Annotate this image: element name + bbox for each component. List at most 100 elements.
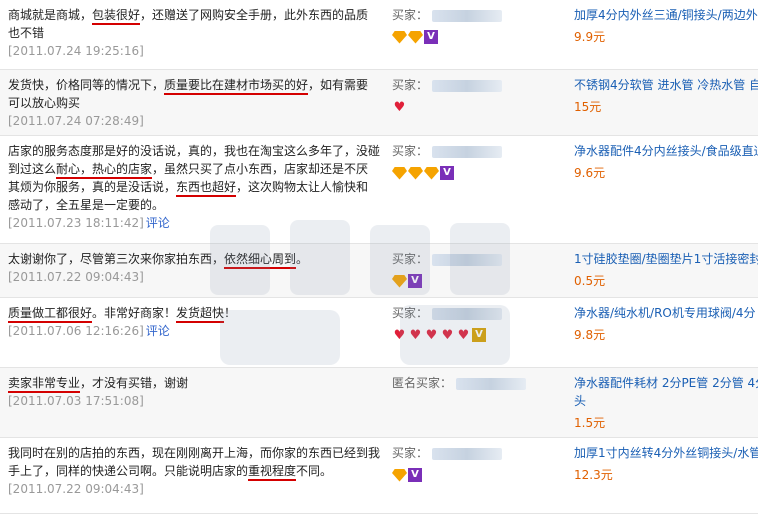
comment-text: ！ [224, 306, 237, 320]
vip-icon: V [440, 166, 454, 180]
product-price: 1.5元 [574, 416, 606, 430]
buyer-label: 买家： [392, 446, 429, 460]
product-info: 加厚1寸内丝转4分外丝铜接头/水管 12.3元 [574, 444, 758, 483]
heart-icon: ♥ [441, 327, 454, 343]
product-price: 9.8元 [574, 328, 606, 342]
highlighted-phrase: 重视程度 [248, 464, 297, 481]
product-price: 0.5元 [574, 274, 606, 288]
diamond-icon [424, 166, 439, 180]
product-title-link-cont[interactable]: 头 [574, 392, 758, 410]
product-price: 15元 [574, 100, 602, 114]
comment-text: 。 [296, 252, 309, 266]
buyer-label: 买家： [392, 252, 429, 266]
review-row: 发货快，价格同等的情况下，质量要比在建材市场买的好，如有需要可以放心购买 [201… [0, 70, 758, 136]
product-title-link[interactable]: 加厚4分内外丝三通/铜接头/两边外丝 [574, 6, 758, 24]
review-row: 卖家非常专业，才没有买错，谢谢 [2011.07.03 17:51:08] 匿名买家… [0, 368, 758, 438]
heart-icon: ♥ [393, 327, 406, 343]
heart-icon: ♥ [457, 327, 470, 343]
product-price: 9.9元 [574, 30, 606, 44]
review-date: [2011.07.03 17:51:08] [8, 394, 144, 408]
vip-icon: V [472, 328, 486, 342]
product-title-link[interactable]: 净水器/纯水机/RO机专用球阀/4分 [574, 304, 758, 322]
review-row: 我同时在别的店拍的东西，现在刚刚离开上海，而你家的东西已经到我手上了，同样的快递… [0, 438, 758, 514]
review-comment: 店家的服务态度那是好的没话说，真的，我也在淘宝这么多年了，没碰到过这么耐心，热心… [8, 142, 380, 232]
buyer-name-masked[interactable] [432, 79, 503, 92]
comment-text: 。非常好商家！ [92, 306, 177, 320]
product-info: 净水器配件4分内丝接头/食品级直通 9.6元 [574, 142, 758, 181]
buyer-name-masked[interactable] [432, 447, 503, 460]
review-row: 店家的服务态度那是好的没话说，真的，我也在淘宝这么多年了，没碰到过这么耐心，热心… [0, 136, 758, 244]
credit-badges: V [392, 165, 562, 181]
review-date: [2011.07.22 09:04:43] [8, 482, 144, 496]
product-title-link[interactable]: 加厚1寸内丝转4分外丝铜接头/水管 [574, 444, 758, 462]
product-title-link[interactable]: 净水器配件4分内丝接头/食品级直通 [574, 142, 758, 160]
highlighted-phrase: 质量做工都很好 [8, 306, 93, 323]
review-date: [2011.07.22 09:04:43] [8, 270, 144, 284]
review-date: [2011.07.24 19:25:16] [8, 44, 144, 58]
comment-text: 商城就是商城， [8, 8, 93, 22]
buyer-info: 买家： V [392, 444, 562, 483]
buyer-label: 买家： [392, 8, 429, 22]
review-date: [2011.07.23 18:11:42] [8, 216, 144, 230]
vip-icon: V [408, 468, 422, 482]
product-title-link[interactable]: 不锈钢4分软管 进水管 冷热水管 自来水 [574, 76, 758, 94]
review-date: [2011.07.24 07:28:49] [8, 114, 144, 128]
product-title-link[interactable]: 1寸硅胶垫圈/垫圈垫片1寸活接密封 [574, 250, 758, 268]
highlighted-phrase: 卖家非常专业 [8, 376, 81, 393]
highlighted-phrase: 质量要比在建材市场买的好 [164, 78, 309, 95]
review-row: 质量做工都很好。非常好商家！发货超快！ [2011.07.06 12:16:26]… [0, 298, 758, 368]
buyer-info: 买家： ♥ ♥ ♥ ♥ ♥ V [392, 304, 562, 343]
heart-icon: ♥ [409, 327, 422, 343]
review-comment: 质量做工都很好。非常好商家！发货超快！ [2011.07.06 12:16:26]… [8, 304, 380, 340]
diamond-icon [392, 274, 407, 288]
reply-link[interactable]: 评论 [146, 324, 170, 338]
buyer-name-masked[interactable] [432, 253, 503, 266]
heart-icon: ♥ [425, 327, 438, 343]
highlighted-phrase: 东西也超好 [176, 180, 237, 197]
buyer-info: 买家： V [392, 6, 562, 45]
buyer-info: 买家： V [392, 142, 562, 181]
diamond-icon [392, 166, 407, 180]
review-comment: 商城就是商城，包装很好，还赠送了网购安全手册，此外东西的品质也不错 [2011.0… [8, 6, 380, 60]
diamond-icon [392, 468, 407, 482]
credit-badges: ♥ [392, 99, 562, 115]
buyer-info: 买家： ♥ [392, 76, 562, 115]
buyer-info: 买家： V [392, 250, 562, 289]
product-info: 净水器/纯水机/RO机专用球阀/4分 9.8元 [574, 304, 758, 343]
highlighted-phrase: 耐心，热心的店家 [56, 162, 153, 179]
product-info: 净水器配件耗材 2分PE管 2分管 4分头 1.5元 [574, 374, 758, 431]
comment-text: 发货快，价格同等的情况下， [8, 78, 165, 92]
diamond-icon [408, 30, 423, 44]
diamond-icon [392, 30, 407, 44]
buyer-name-masked[interactable] [432, 307, 503, 320]
product-title-link[interactable]: 净水器配件耗材 2分PE管 2分管 4分 [574, 374, 758, 392]
review-date: [2011.07.06 12:16:26] [8, 324, 144, 338]
buyer-label: 买家： [392, 306, 429, 320]
diamond-icon [408, 166, 423, 180]
buyer-label: 匿名买家： [392, 376, 453, 390]
highlighted-phrase: 包装很好 [92, 8, 141, 25]
review-comment: 卖家非常专业，才没有买错，谢谢 [2011.07.03 17:51:08] [8, 374, 380, 410]
vip-icon: V [408, 274, 422, 288]
heart-icon: ♥ [393, 99, 406, 115]
credit-badges [392, 397, 562, 413]
product-info: 加厚4分内外丝三通/铜接头/两边外丝 9.9元 [574, 6, 758, 45]
product-price: 9.6元 [574, 166, 606, 180]
credit-badges: V [392, 467, 562, 483]
buyer-name-masked[interactable] [456, 377, 527, 390]
buyer-label: 买家： [392, 144, 429, 158]
buyer-label: 买家： [392, 78, 429, 92]
comment-text: ，才没有买错，谢谢 [80, 376, 189, 390]
product-price: 12.3元 [574, 468, 613, 482]
buyer-name-masked[interactable] [432, 145, 503, 158]
comment-text: 不同。 [296, 464, 333, 478]
buyer-name-masked[interactable] [432, 9, 503, 22]
reply-link[interactable]: 评论 [146, 216, 170, 230]
vip-icon: V [424, 30, 438, 44]
highlighted-phrase: 发货超快 [176, 306, 225, 323]
review-comment: 发货快，价格同等的情况下，质量要比在建材市场买的好，如有需要可以放心购买 [201… [8, 76, 380, 130]
credit-badges: V [392, 273, 562, 289]
review-comment: 我同时在别的店拍的东西，现在刚刚离开上海，而你家的东西已经到我手上了，同样的快递… [8, 444, 380, 498]
review-row: 太谢谢你了，尽管第三次来你家拍东西，依然细心周到。 [2011.07.22 09:… [0, 244, 758, 298]
review-row: 商城就是商城，包装很好，还赠送了网购安全手册，此外东西的品质也不错 [2011.0… [0, 0, 758, 70]
